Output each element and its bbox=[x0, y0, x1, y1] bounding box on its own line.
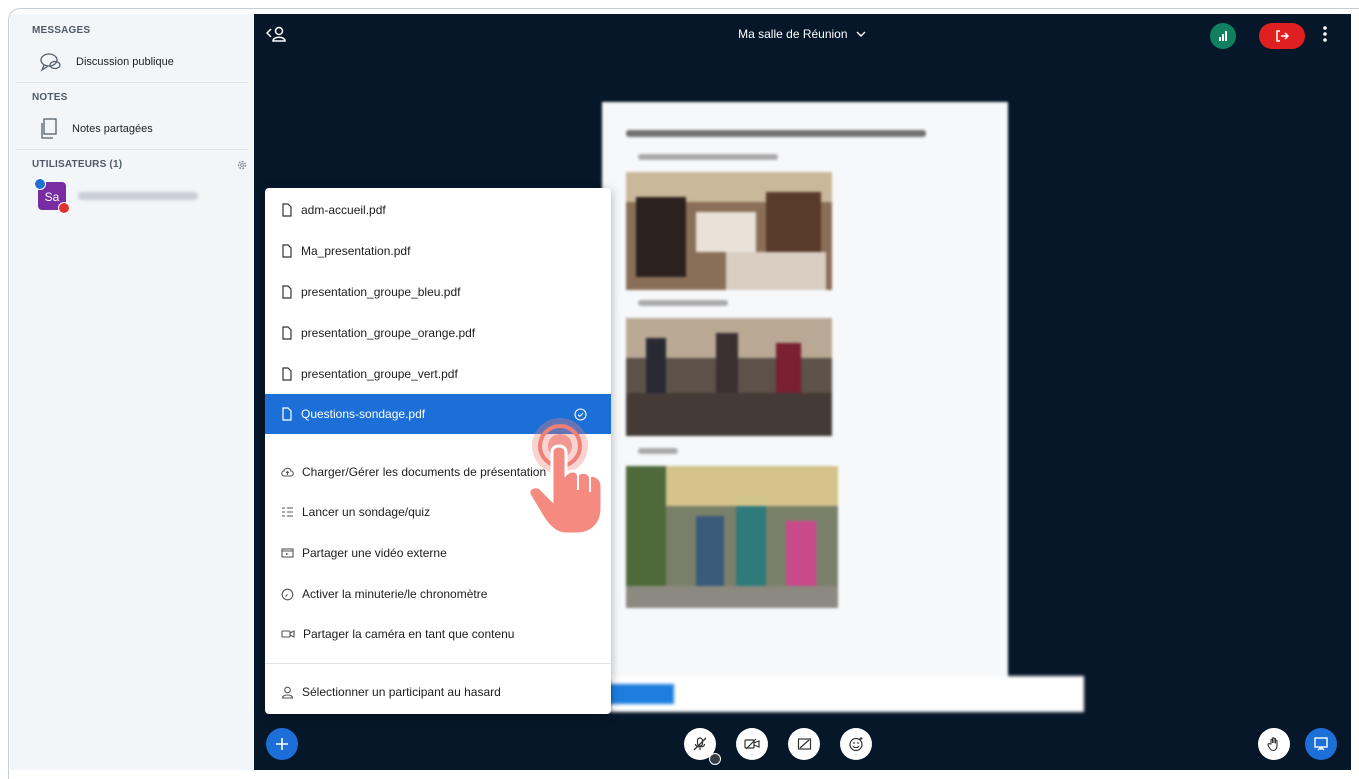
mic-badge-icon bbox=[34, 178, 46, 190]
slide-image-3 bbox=[626, 466, 838, 608]
more-options-button[interactable] bbox=[1320, 24, 1330, 49]
slide-label-blurred bbox=[638, 154, 778, 160]
menu-item-file[interactable]: presentation_groupe_orange.pdf bbox=[265, 313, 611, 353]
gear-icon[interactable] bbox=[236, 159, 248, 171]
leave-icon bbox=[1276, 30, 1290, 42]
screen-share-button[interactable] bbox=[788, 728, 820, 760]
poll-label: Lancer un sondage/quiz bbox=[302, 505, 431, 519]
menu-item-file[interactable]: presentation_groupe_bleu.pdf bbox=[265, 272, 611, 312]
file-icon bbox=[282, 244, 292, 258]
messages-section-title: MESSAGES bbox=[32, 25, 91, 36]
audio-options-icon[interactable] bbox=[709, 753, 721, 765]
user-icon bbox=[281, 686, 294, 699]
camera-icon bbox=[281, 630, 295, 638]
hand-icon bbox=[1267, 737, 1278, 752]
video-off-icon bbox=[744, 738, 760, 750]
menu-item-timer[interactable]: Activer la minuterie/le chronomètre bbox=[265, 574, 611, 614]
divider bbox=[16, 82, 248, 83]
shared-notes-item[interactable]: Notes partagées bbox=[10, 109, 254, 149]
user-initials: Sa bbox=[44, 190, 60, 204]
menu-item-file[interactable]: Ma_presentation.pdf bbox=[265, 231, 611, 271]
more-vertical-icon bbox=[1323, 26, 1327, 42]
notes-icon bbox=[41, 118, 57, 139]
timer-label: Activer la minuterie/le chronomètre bbox=[302, 587, 488, 601]
poll-list-icon bbox=[282, 507, 293, 517]
file-label: adm-accueil.pdf bbox=[301, 203, 386, 217]
menu-item-file[interactable]: presentation_groupe_vert.pdf bbox=[265, 354, 611, 394]
upload-cloud-icon bbox=[281, 467, 294, 477]
upload-label: Charger/Gérer les documents de présentat… bbox=[302, 465, 547, 479]
meeting-title-text: Ma salle de Réunion bbox=[738, 27, 848, 41]
leave-meeting-button[interactable] bbox=[1259, 23, 1305, 49]
external-video-icon bbox=[281, 548, 294, 558]
emoji-icon bbox=[849, 737, 863, 752]
menu-item-file[interactable]: adm-accueil.pdf bbox=[265, 190, 611, 230]
file-label: presentation_groupe_vert.pdf bbox=[301, 367, 458, 381]
slide-image-2 bbox=[626, 318, 832, 436]
file-icon bbox=[282, 407, 292, 421]
public-chat-label: Discussion publique bbox=[76, 56, 174, 68]
file-icon bbox=[282, 326, 292, 340]
slide-toolbar-button-blurred[interactable] bbox=[610, 684, 674, 704]
reactions-button[interactable] bbox=[840, 728, 872, 760]
plus-icon bbox=[276, 738, 288, 750]
divider bbox=[16, 149, 248, 150]
sidebar: MESSAGES Discussion publique NOTES Notes… bbox=[10, 14, 254, 770]
user-list-item[interactable]: Sa bbox=[10, 176, 254, 216]
chevron-down-icon bbox=[856, 31, 866, 37]
user-name-blurred bbox=[78, 192, 198, 200]
presentation-slide bbox=[602, 102, 1008, 680]
slide-question-blurred bbox=[626, 130, 926, 137]
raised-hand-badge-icon bbox=[58, 202, 70, 214]
actions-plus-button[interactable] bbox=[266, 728, 298, 760]
file-icon bbox=[282, 285, 292, 299]
meeting-title[interactable]: Ma salle de Réunion bbox=[254, 27, 1351, 41]
microphone-muted-icon bbox=[693, 737, 707, 751]
file-icon bbox=[282, 203, 292, 217]
random-user-label: Sélectionner un participant au hasard bbox=[302, 685, 501, 699]
file-label: presentation_groupe_bleu.pdf bbox=[301, 285, 461, 299]
timer-icon bbox=[281, 588, 294, 600]
external-video-label: Partager une vidéo externe bbox=[302, 546, 447, 560]
slide-label-blurred bbox=[638, 300, 728, 306]
presentation-icon bbox=[1314, 737, 1328, 751]
camera-share-label: Partager la caméra en tant que contenu bbox=[303, 627, 515, 641]
slide-image-1 bbox=[626, 172, 832, 290]
file-label: Ma_presentation.pdf bbox=[301, 244, 411, 258]
menu-divider bbox=[265, 663, 611, 664]
chat-icon bbox=[40, 53, 61, 72]
shared-notes-label: Notes partagées bbox=[72, 123, 153, 135]
avatar: Sa bbox=[34, 178, 70, 214]
raise-hand-button[interactable] bbox=[1258, 728, 1290, 760]
menu-item-camera-share[interactable]: Partager la caméra en tant que contenu bbox=[265, 614, 611, 654]
top-bar: Ma salle de Réunion bbox=[254, 14, 1351, 54]
users-section-header: UTILISATEURS (1) bbox=[10, 154, 254, 176]
slide-label-blurred bbox=[638, 448, 678, 454]
public-chat-item[interactable]: Discussion publique bbox=[10, 42, 254, 82]
file-label: presentation_groupe_orange.pdf bbox=[301, 326, 476, 340]
signal-bars-icon bbox=[1219, 31, 1227, 41]
file-icon bbox=[282, 367, 292, 381]
menu-item-random-user[interactable]: Sélectionner un participant au hasard bbox=[265, 672, 611, 712]
users-section-title: UTILISATEURS (1) bbox=[32, 159, 123, 170]
slide-controls-toolbar bbox=[610, 676, 1084, 712]
video-toggle-button[interactable] bbox=[736, 728, 768, 760]
screen-share-off-icon bbox=[797, 737, 811, 750]
notes-section-title: NOTES bbox=[32, 92, 68, 103]
tap-gesture-icon bbox=[527, 418, 604, 536]
file-label: Questions-sondage.pdf bbox=[301, 407, 426, 421]
connection-status-button[interactable] bbox=[1210, 23, 1236, 49]
presentation-toggle-button[interactable] bbox=[1305, 728, 1337, 760]
